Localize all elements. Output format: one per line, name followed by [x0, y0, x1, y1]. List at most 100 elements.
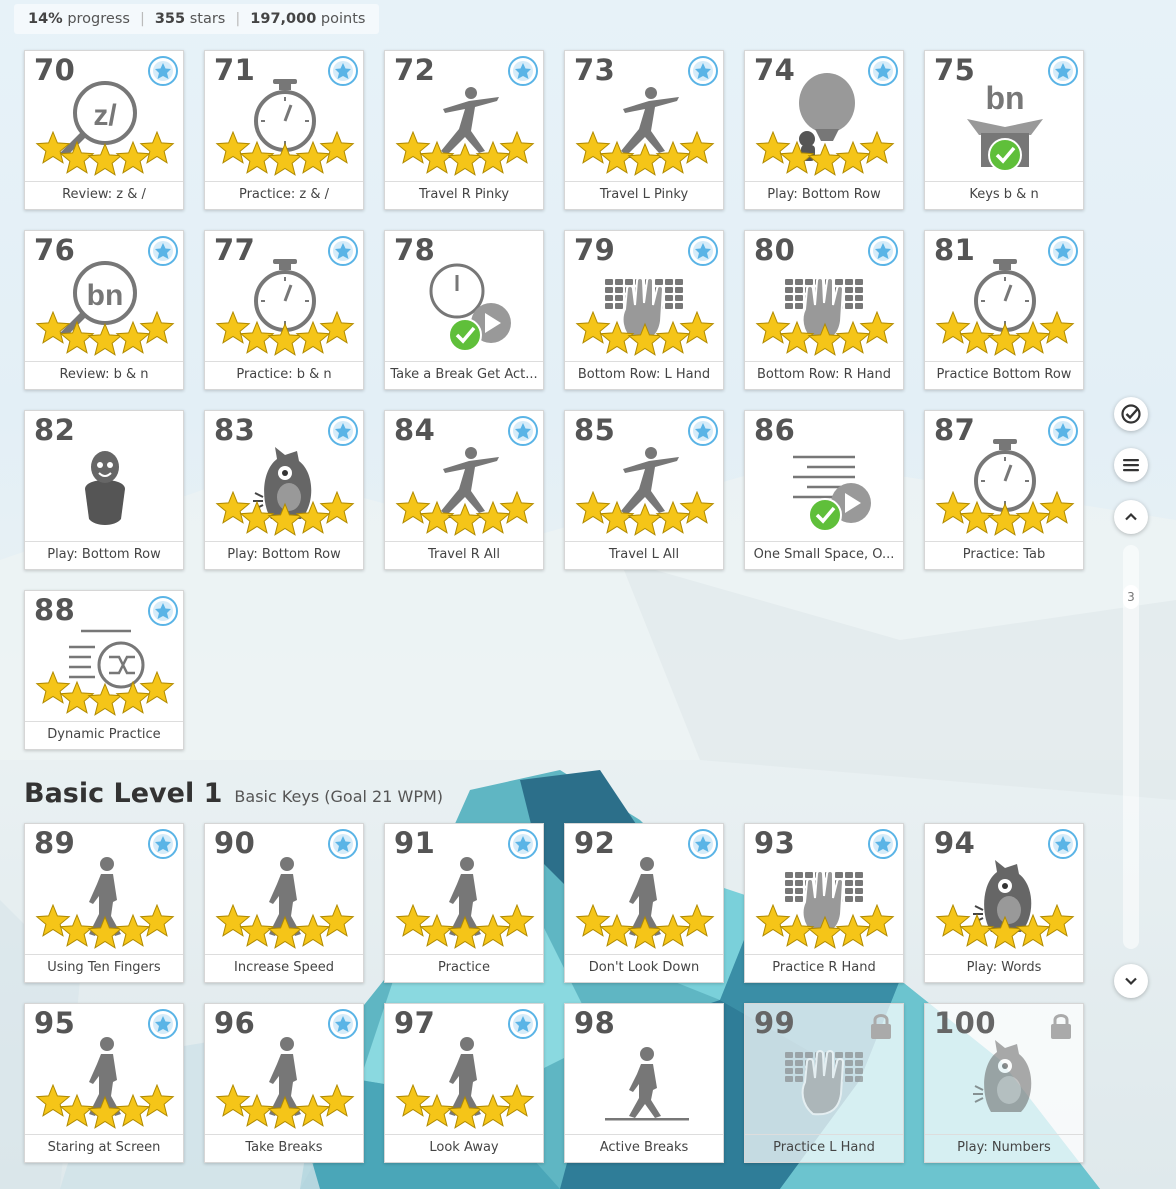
lesson-title: Play: Bottom Row: [25, 541, 183, 569]
svg-text:bn: bn: [985, 80, 1024, 116]
star-icon: [499, 131, 535, 164]
lesson-tile[interactable]: z/ 70 Review: z & /: [24, 50, 184, 210]
lesson-tile[interactable]: 92 Don't Look Down: [564, 823, 724, 983]
mastery-badge-icon: [868, 829, 898, 859]
progress-summary: 14% progress | 355 stars | 197,000 point…: [14, 4, 380, 34]
lesson-tile[interactable]: 91 Practice: [384, 823, 544, 983]
lesson-title: Staring at Screen: [25, 1134, 183, 1162]
lesson-tile[interactable]: 85 Travel L All: [564, 410, 724, 570]
lesson-number: 70: [34, 53, 76, 87]
star-icon: [395, 491, 431, 524]
star-icon: [35, 131, 71, 164]
chevron-down-icon: [1125, 977, 1137, 986]
stars-count: 355: [154, 11, 186, 27]
star-icon: [1039, 904, 1075, 937]
star-icon: [87, 1095, 123, 1129]
lesson-tile[interactable]: 74 Play: Bottom Row: [744, 50, 904, 210]
scroll-up-button[interactable]: [1114, 500, 1148, 534]
star-icon: [395, 1084, 431, 1117]
lesson-tile[interactable]: bn 76 Review: b & n: [24, 230, 184, 390]
lesson-tile[interactable]: 98 Active Breaks: [564, 1003, 724, 1163]
lesson-tile[interactable]: 72 Travel R Pinky: [384, 50, 544, 210]
lesson-tile[interactable]: 90 Increase Speed: [204, 823, 364, 983]
star-icon: [807, 142, 843, 176]
lesson-tile[interactable]: 77 Practice: b & n: [204, 230, 364, 390]
menu-button[interactable]: [1114, 448, 1148, 482]
lesson-title: Active Breaks: [565, 1134, 723, 1162]
lesson-number: 87: [934, 413, 976, 447]
lesson-tile[interactable]: 94 Play: Words: [924, 823, 1084, 983]
lesson-number: 72: [394, 53, 436, 87]
star-icon: [215, 311, 251, 344]
lesson-tile: 99 Practice L Hand: [744, 1003, 904, 1163]
scroll-down-button[interactable]: [1114, 964, 1148, 998]
mastery-badge-icon: [508, 56, 538, 86]
svg-text:bn: bn: [87, 279, 124, 312]
mastery-badge-icon: [328, 56, 358, 86]
scroll-page-indicator[interactable]: 3: [1123, 585, 1139, 609]
lesson-number: 90: [214, 826, 256, 860]
lesson-tile[interactable]: 79 Bottom Row: L Hand: [564, 230, 724, 390]
star-icon: [679, 131, 715, 164]
star-icon: [319, 904, 355, 937]
stars-label: stars: [189, 11, 226, 27]
lock-icon: [1051, 1014, 1071, 1039]
lesson-title: Practice: [385, 954, 543, 982]
lesson-tile[interactable]: bn 75 Keys b & n: [924, 50, 1084, 210]
star-icon: [139, 1084, 175, 1117]
star-icon: [1039, 311, 1075, 344]
star-icon: [267, 1095, 303, 1129]
lesson-title: Bottom Row: L Hand: [565, 361, 723, 389]
star-icon: [395, 131, 431, 164]
lesson-title: Keys b & n: [925, 181, 1083, 209]
points-label: points: [320, 11, 366, 27]
lesson-tile[interactable]: 83 Play: Bottom Row: [204, 410, 364, 570]
completed-check-icon: [448, 318, 482, 352]
goals-button[interactable]: [1114, 397, 1148, 431]
star-icon: [35, 1084, 71, 1117]
star-icon: [139, 904, 175, 937]
lesson-title: Practice R Hand: [745, 954, 903, 982]
lesson-title: Travel R All: [385, 541, 543, 569]
star-icon: [499, 904, 535, 937]
lesson-tile[interactable]: 89 Using Ten Fingers: [24, 823, 184, 983]
lesson-tile[interactable]: 87 Practice: Tab: [924, 410, 1084, 570]
lesson-number: 74: [754, 53, 796, 87]
lesson-tile[interactable]: 86 One Small Space, O...: [744, 410, 904, 570]
lesson-number: 80: [754, 233, 796, 267]
star-icon: [859, 131, 895, 164]
lesson-tile[interactable]: 88 Dynamic Practice: [24, 590, 184, 750]
star-icon: [755, 904, 791, 937]
lesson-tile[interactable]: 96 Take Breaks: [204, 1003, 364, 1163]
lesson-number: 83: [214, 413, 256, 447]
lesson-title: Dynamic Practice: [25, 721, 183, 749]
progress-label: progress: [67, 11, 130, 27]
lesson-tile[interactable]: 80 Bottom Row: R Hand: [744, 230, 904, 390]
lesson-tile[interactable]: 73 Travel L Pinky: [564, 50, 724, 210]
lesson-title: Travel L Pinky: [565, 181, 723, 209]
mastery-badge-icon: [868, 56, 898, 86]
lesson-tile[interactable]: 97 Look Away: [384, 1003, 544, 1163]
lesson-tile[interactable]: 84 Travel R All: [384, 410, 544, 570]
page-scrollbar[interactable]: 3: [1123, 545, 1139, 949]
star-icon: [447, 502, 483, 536]
lesson-tile[interactable]: 93 Practice R Hand: [744, 823, 904, 983]
star-icon: [575, 131, 611, 164]
chevron-up-icon: [1125, 512, 1137, 521]
star-icon: [215, 1084, 251, 1117]
star-icon: [35, 904, 71, 937]
lesson-tile[interactable]: 78 Take a Break Get Act...: [384, 230, 544, 390]
lesson-title: Practice: b & n: [205, 361, 363, 389]
lesson-tile[interactable]: 95 Staring at Screen: [24, 1003, 184, 1163]
lesson-number: 79: [574, 233, 616, 267]
lesson-title: Take a Break Get Act...: [385, 361, 543, 389]
lesson-tile[interactable]: 81 Practice Bottom Row: [924, 230, 1084, 390]
star-icon: [267, 322, 303, 356]
lesson-title: Travel R Pinky: [385, 181, 543, 209]
lesson-title: Play: Bottom Row: [205, 541, 363, 569]
star-icon: [447, 915, 483, 949]
lesson-tile[interactable]: 71 Practice: z & /: [204, 50, 364, 210]
lesson-title: Don't Look Down: [565, 954, 723, 982]
lesson-tile[interactable]: 82 Play: Bottom Row: [24, 410, 184, 570]
star-icon: [139, 671, 175, 704]
